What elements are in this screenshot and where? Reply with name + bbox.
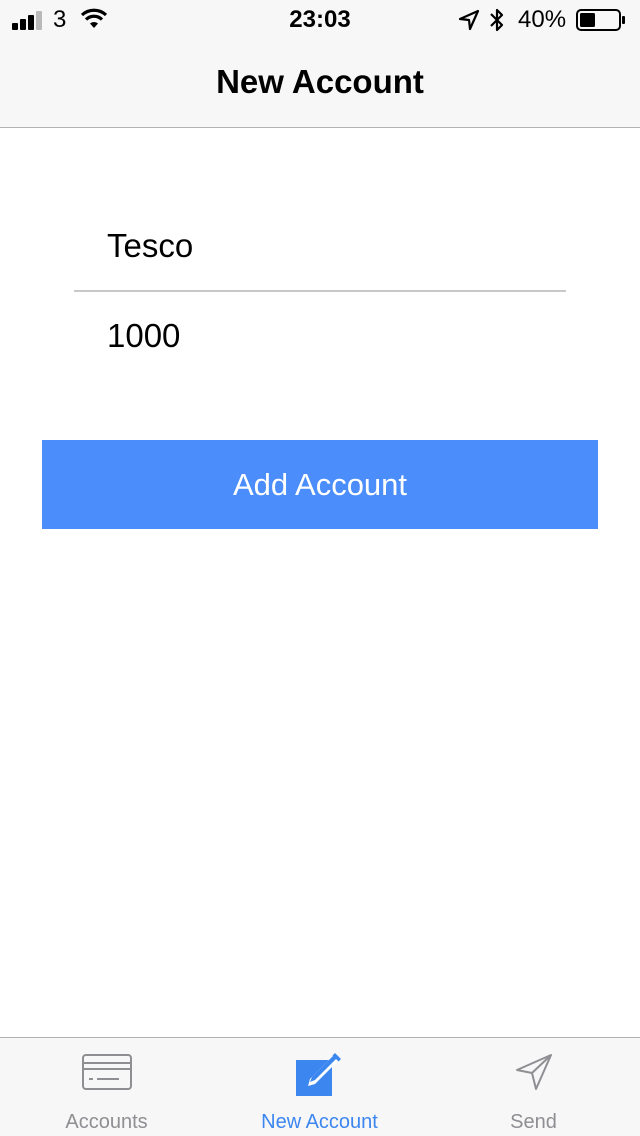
status-bar: 3 23:03 40%: [0, 0, 640, 40]
battery-percentage: 40%: [518, 6, 567, 33]
add-account-button[interactable]: Add Account: [42, 440, 598, 529]
tab-bar: Accounts New Account Send: [0, 1037, 640, 1136]
battery-icon: [576, 9, 625, 31]
page-title: New Account: [216, 63, 424, 100]
tab-send-label: Send: [510, 1111, 557, 1133]
location-arrow-icon: [458, 9, 480, 31]
compose-icon: [295, 1053, 341, 1096]
navigation-bar: New Account: [0, 40, 640, 128]
send-icon: [515, 1054, 552, 1090]
bluetooth-icon: [490, 8, 504, 32]
tab-send[interactable]: Send: [427, 1038, 640, 1136]
tab-new-account-label: New Account: [261, 1111, 378, 1133]
tab-accounts[interactable]: Accounts: [0, 1038, 213, 1136]
account-name-input[interactable]: [74, 216, 566, 276]
tab-accounts-label: Accounts: [65, 1111, 148, 1133]
account-name-field[interactable]: [74, 216, 566, 276]
account-amount-input[interactable]: [74, 306, 566, 366]
tab-new-account[interactable]: New Account: [213, 1038, 426, 1136]
account-amount-field[interactable]: [74, 306, 566, 366]
field-divider: [74, 290, 566, 292]
card-icon: [81, 1054, 132, 1090]
